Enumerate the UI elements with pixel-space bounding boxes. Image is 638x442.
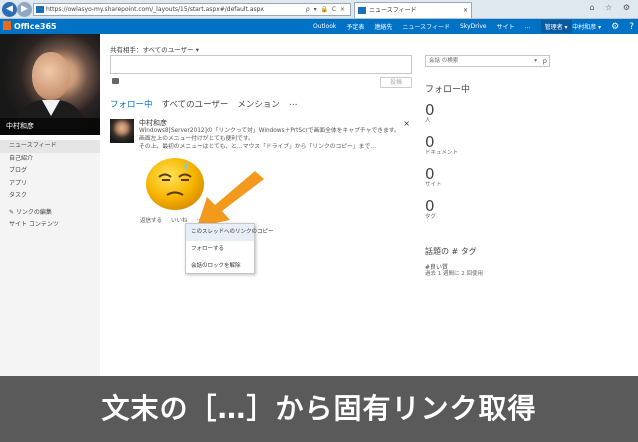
suite-nav: Outlook 予定表 連絡先 ニュースフィード SkyDrive サイト … … — [313, 19, 572, 34]
help-icon[interactable]: ? — [629, 22, 634, 32]
stat-people[interactable]: 0 人 — [425, 102, 485, 124]
tab-more[interactable]: … — [289, 98, 298, 110]
nav-item-apps[interactable]: アプリ — [0, 178, 100, 191]
suite-nav-skydrive[interactable]: SkyDrive — [460, 23, 487, 30]
caption-banner: 文末の［…］から固有リンク取得 — [0, 376, 638, 442]
post-line: その上、最初のメニューはとても、と…マウス「ドライブ」から「リンクのコピー」まで… — [139, 144, 377, 150]
nav-item-blog[interactable]: ブログ — [0, 165, 100, 178]
menu-item-follow[interactable]: フォローする — [186, 241, 254, 258]
nav-item-site-contents[interactable]: サイト コンテンツ — [0, 219, 100, 232]
profile-photo[interactable]: 中村和彦 — [0, 34, 100, 135]
nav-item-edit-links[interactable]: ✎ リンクの編集 — [0, 207, 100, 220]
address-tools[interactable]: ρ ▾ 🔒 C × — [306, 4, 346, 15]
nav-item-about-me[interactable]: 自己紹介 — [0, 153, 100, 166]
suite-bar: Office365 Outlook 予定表 連絡先 ニュースフィード SkyDr… — [0, 19, 638, 34]
browser-tool-icons[interactable]: ⌂ ☆ ⚙ — [589, 3, 634, 12]
brand-label: Office365 — [14, 22, 57, 31]
search-icon[interactable]: ρ — [543, 56, 547, 66]
settings-gear-icon[interactable]: ⚙ — [611, 22, 619, 32]
stat-value: 0 — [425, 197, 435, 215]
post-line: Windows8[Server2012]の「リンクって対」Windows＋Prt… — [139, 128, 400, 134]
reply-link[interactable]: 返信する — [140, 216, 162, 224]
photo-face — [32, 52, 70, 100]
sweating-face-emoji — [146, 158, 204, 210]
share-with-selector[interactable]: 共有相手：すべてのユーザー ▾ — [110, 44, 199, 54]
sharepoint-favicon-icon — [358, 7, 366, 14]
menu-item-copy-link[interactable]: このスレッドへのリンクのコピー — [186, 224, 274, 241]
suite-nav-contacts[interactable]: 連絡先 — [374, 22, 392, 31]
sharepoint-favicon-icon — [36, 6, 44, 13]
conversation-search-input[interactable]: 会話 の検索 ▾ ρ — [425, 55, 550, 67]
suite-user-area: 中村和彦 ▾ ⚙ ? — [572, 19, 634, 34]
url-text: https://owlasyo-my.sharepoint.com/_layou… — [46, 6, 264, 13]
feed-tabs: フォロー中 すべてのユーザー メンション … — [110, 98, 297, 110]
suite-nav-newsfeed[interactable]: ニュースフィード — [402, 22, 450, 31]
tab-title: ニュースフィード — [369, 7, 417, 14]
following-heading: フォロー中 — [425, 85, 471, 95]
office365-brand[interactable]: Office365 — [3, 21, 57, 32]
nav-item-tasks[interactable]: タスク — [0, 190, 100, 203]
trending-tags-heading: 話題の # タグ — [425, 247, 477, 256]
search-placeholder: 会話 の検索 — [429, 58, 459, 64]
browser-toolbar: ◀ ▶ https://owlasyo-my.sharepoint.com/_l… — [0, 0, 638, 19]
tab-following[interactable]: フォロー中 — [110, 98, 153, 110]
stat-label: ドキュメント — [425, 150, 459, 156]
context-menu: このスレッドへのリンクのコピー フォローする 会話のロックを解除 — [185, 223, 274, 275]
stat-label: タグ — [425, 214, 437, 220]
post-button[interactable]: 投稿 — [380, 77, 412, 88]
profile-name[interactable]: 中村和彦 — [0, 118, 100, 135]
tab-everyone[interactable]: すべてのユーザー — [162, 98, 229, 110]
avatar[interactable] — [110, 119, 134, 143]
trending-tag-usage: 過去 1 週間に 2 回使用 — [425, 271, 483, 277]
suite-nav-outlook[interactable]: Outlook — [313, 23, 336, 30]
stat-documents[interactable]: 0 ドキュメント — [425, 134, 485, 156]
close-icon[interactable]: × — [403, 119, 410, 128]
user-menu[interactable]: 中村和彦 ▾ — [572, 22, 601, 31]
stat-label: サイト — [425, 182, 442, 188]
post-input[interactable] — [110, 55, 412, 74]
suite-nav-admin[interactable]: 管理者 ▾ — [540, 20, 572, 33]
suite-nav-sites[interactable]: サイト — [497, 22, 515, 31]
stat-tags[interactable]: 0 タグ — [425, 198, 485, 220]
menu-item-unlock-conversation[interactable]: 会話のロックを解除 — [186, 258, 254, 275]
camera-icon[interactable] — [112, 78, 119, 84]
suite-nav-more[interactable]: … — [525, 23, 531, 30]
forward-arrow-icon[interactable]: ▶ — [17, 2, 32, 17]
stat-value: 0 — [425, 101, 435, 119]
browser-tab[interactable]: ニュースフィード × — [354, 2, 472, 18]
suite-nav-calendar[interactable]: 予定表 — [346, 22, 364, 31]
tab-close-icon[interactable]: × — [463, 3, 468, 18]
address-bar[interactable]: https://owlasyo-my.sharepoint.com/_layou… — [33, 3, 351, 16]
stat-value: 0 — [425, 133, 435, 151]
back-arrow-icon[interactable]: ◀ — [2, 2, 17, 17]
chevron-down-icon[interactable]: ▾ — [534, 56, 537, 66]
nav-item-newsfeed[interactable]: ニュースフィード — [0, 140, 100, 153]
post-body: Windows8[Server2012]の「リンクって対」Windows＋Prt… — [139, 127, 400, 151]
post-line: 画面左上のメニュー付けがとても便利です。 — [139, 136, 254, 142]
office-logo-icon — [3, 21, 11, 30]
stat-value: 0 — [425, 165, 435, 183]
stat-sites[interactable]: 0 サイト — [425, 166, 485, 188]
tab-mentions[interactable]: メンション — [237, 98, 280, 110]
